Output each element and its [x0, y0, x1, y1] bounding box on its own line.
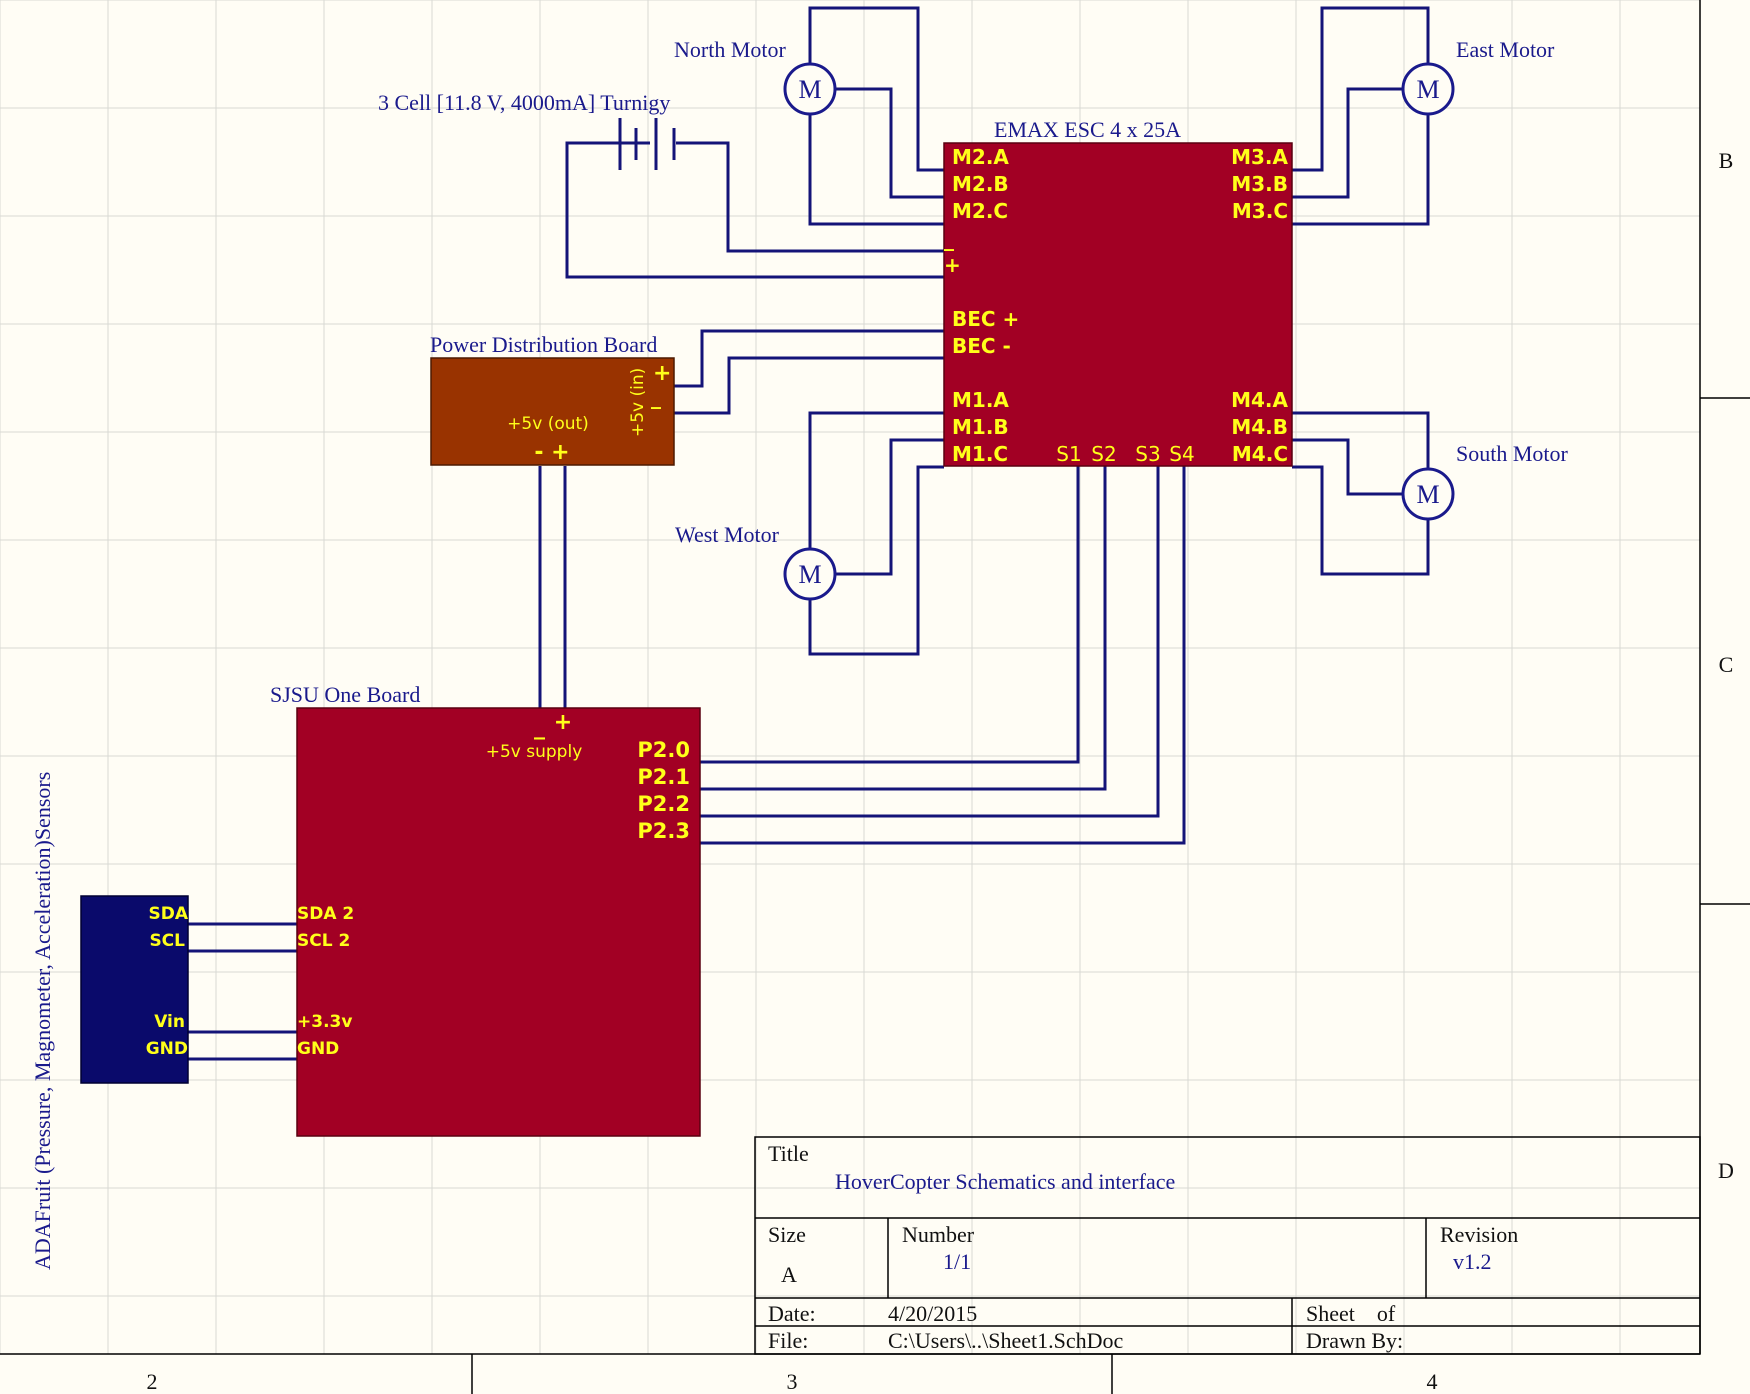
sensor-pin-gnd: GND [146, 1039, 188, 1059]
size-value: A [781, 1262, 797, 1287]
esc-pin-m2b: M2.B [952, 172, 1009, 196]
wire-s2-p21 [700, 466, 1107, 791]
sensor-block: SDA SCL Vin GND [80, 895, 189, 1084]
sjsu-pin-sda2: SDA 2 [297, 904, 354, 924]
schematic-sheet: B C D 2 3 4 3 Cell [11.8 V, 4000mA] Turn… [0, 0, 1750, 1394]
title-label: Title [768, 1141, 809, 1166]
esc-block: M2.A M2.B M2.C M3.A M3.B M3.C _ + BEC + … [943, 142, 1293, 467]
pdb-block: + _ +5v (in) +5v (out) - + [430, 357, 675, 466]
title-value: HoverCopter Schematics and interface [835, 1169, 1175, 1194]
background-grid [0, 0, 1700, 1354]
zone-col-3: 3 [787, 1369, 798, 1394]
number-label: Number [902, 1222, 975, 1247]
sjsu-pin-p20: P2.0 [637, 738, 690, 762]
zone-row-d: D [1718, 1158, 1734, 1183]
sjsu-label: SJSU One Board [270, 682, 420, 707]
revision-value: v1.2 [1453, 1249, 1492, 1274]
esc-pin-bec-plus: BEC + [952, 307, 1019, 331]
sensor-pin-vin: Vin [154, 1012, 185, 1032]
esc-pin-m1c: M1.C [952, 442, 1008, 466]
sjsu-pin-p23: P2.3 [637, 819, 690, 843]
sjsu-block: _ + +5v supply P2.0 P2.1 P2.2 P2.3 SDA 2… [296, 707, 701, 1137]
zone-col-4: 4 [1427, 1369, 1438, 1394]
north-motor: M [783, 62, 837, 116]
east-motor-label: East Motor [1456, 37, 1555, 62]
sjsu-pin-3v3: +3.3v [297, 1012, 352, 1032]
date-value: 4/20/2015 [888, 1301, 977, 1326]
zone-row-c: C [1719, 652, 1734, 677]
pdb-out-label: +5v (out) [507, 414, 589, 434]
wire-east-m3b [1292, 87, 1403, 199]
file-label: File: [768, 1328, 808, 1353]
esc-pin-m3a: M3.A [1231, 145, 1288, 169]
esc-pin-m2a: M2.A [952, 145, 1009, 169]
south-motor: M [1401, 467, 1455, 521]
east-motor: M [1401, 62, 1455, 116]
motor-symbol: M [1416, 480, 1439, 509]
sensor-pin-scl: SCL [149, 931, 185, 951]
esc-pin-m2c: M2.C [952, 199, 1008, 223]
esc-pin-m4b: M4.B [1231, 415, 1288, 439]
date-label: Date: [768, 1301, 816, 1326]
wire-west-m1b [836, 438, 944, 576]
esc-pin-s3: S3 [1135, 442, 1160, 466]
sheet-label: Sheet of [1306, 1301, 1396, 1326]
esc-pin-m1b: M1.B [952, 415, 1009, 439]
sjsu-pin-minus: _ [534, 715, 545, 740]
esc-label: EMAX ESC 4 x 25A [994, 117, 1181, 142]
number-value: 1/1 [943, 1249, 971, 1274]
wire-bec-minus [674, 356, 944, 415]
sensor-label: ADAFruit (Pressure, Magnometer, Accelera… [30, 772, 55, 1270]
esc-pin-m3b: M3.B [1231, 172, 1288, 196]
esc-pin-m3c: M3.C [1232, 199, 1288, 223]
motor-symbol: M [1416, 75, 1439, 104]
wire-north-m2b [836, 87, 944, 199]
esc-pin-m4a: M4.A [1231, 388, 1288, 412]
zone-row-b: B [1719, 148, 1734, 173]
sensor-pin-sda: SDA [148, 904, 188, 924]
esc-pin-s2: S2 [1091, 442, 1116, 466]
pdb-pin-minus-in: _ [651, 385, 661, 409]
esc-pin-m4c: M4.C [1232, 442, 1288, 466]
north-motor-label: North Motor [674, 37, 787, 62]
pdb-pin-plus-in: + [653, 361, 671, 386]
sjsu-pin-gnd: GND [297, 1039, 339, 1059]
esc-pin-plus: + [944, 253, 961, 277]
sjsu-pin-p21: P2.1 [637, 765, 690, 789]
motor-symbol: M [798, 75, 821, 104]
file-value: C:\Users\..\Sheet1.SchDoc [888, 1328, 1123, 1353]
sjsu-pin-scl2: SCL 2 [297, 931, 350, 951]
wire-west-m1a [808, 411, 944, 549]
esc-pin-s4: S4 [1169, 442, 1194, 466]
revision-label: Revision [1440, 1222, 1518, 1247]
esc-pin-m1a: M1.A [952, 388, 1009, 412]
pdb-in-label: +5v (in) [628, 368, 648, 437]
wire-s1-p20 [700, 466, 1080, 764]
motor-symbol: M [798, 560, 821, 589]
sjsu-pin-p22: P2.2 [637, 792, 690, 816]
pdb-out-pins: - + [534, 440, 569, 465]
battery-label: 3 Cell [11.8 V, 4000mA] Turnigy [378, 90, 670, 115]
size-label: Size [768, 1222, 806, 1247]
south-motor-label: South Motor [1456, 441, 1569, 466]
zone-col-2: 2 [147, 1369, 158, 1394]
esc-pin-s1: S1 [1056, 442, 1081, 466]
pdb-label: Power Distribution Board [430, 332, 657, 357]
esc-pin-minus: _ [944, 227, 954, 251]
sjsu-pin-plus: + [554, 710, 572, 735]
west-motor-label: West Motor [675, 522, 780, 547]
west-motor: M [783, 547, 837, 601]
sjsu-supply-label: +5v supply [486, 742, 583, 762]
drawn-by-label: Drawn By: [1306, 1328, 1403, 1353]
esc-pin-bec-minus: BEC - [952, 334, 1011, 358]
title-block: Title HoverCopter Schematics and interfa… [754, 1136, 1701, 1355]
